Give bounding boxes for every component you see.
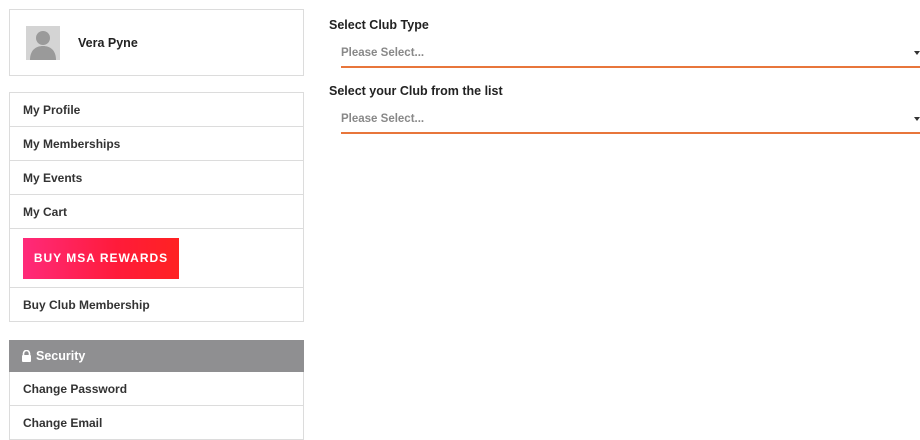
security-section-header: Security <box>9 340 304 372</box>
menu-item-my-cart[interactable]: My Cart <box>10 195 303 229</box>
club-type-select[interactable]: Please Select... <box>341 40 920 68</box>
buy-msa-rewards-button[interactable]: BUY MSA REWARDS <box>23 237 179 279</box>
club-type-selected-value: Please Select... <box>341 47 425 59</box>
menu-item-my-events[interactable]: My Events <box>10 161 303 195</box>
club-select[interactable]: Please Select... <box>341 106 920 134</box>
club-selected-value: Please Select... <box>341 113 425 125</box>
security-menu: Change Password Change Email <box>9 372 304 440</box>
security-header-label: Security <box>36 349 86 363</box>
caret-down-icon <box>914 117 920 121</box>
avatar <box>26 25 60 60</box>
profile-card: Vera Pyne <box>9 9 304 76</box>
menu-item-promo: BUY MSA REWARDS <box>10 229 303 288</box>
club-label: Select your Club from the list <box>329 84 503 98</box>
menu-item-my-memberships[interactable]: My Memberships <box>10 127 303 161</box>
account-sidebar: Vera Pyne My Profile My Memberships My E… <box>9 9 304 440</box>
caret-down-icon <box>914 51 920 55</box>
person-silhouette-icon <box>26 25 60 60</box>
profile-name: Vera Pyne <box>78 35 138 50</box>
menu-item-change-password[interactable]: Change Password <box>10 372 303 406</box>
club-type-label: Select Club Type <box>329 18 429 32</box>
account-menu: My Profile My Memberships My Events My C… <box>9 92 304 322</box>
menu-item-my-profile[interactable]: My Profile <box>10 93 303 127</box>
menu-item-buy-club-membership[interactable]: Buy Club Membership <box>10 288 303 322</box>
club-field: Select your Club from the list Please Se… <box>329 84 920 134</box>
club-selection-form: Select Club Type Please Select... Select… <box>329 18 920 134</box>
lock-icon <box>22 350 31 362</box>
club-type-field: Select Club Type Please Select... <box>329 18 920 68</box>
